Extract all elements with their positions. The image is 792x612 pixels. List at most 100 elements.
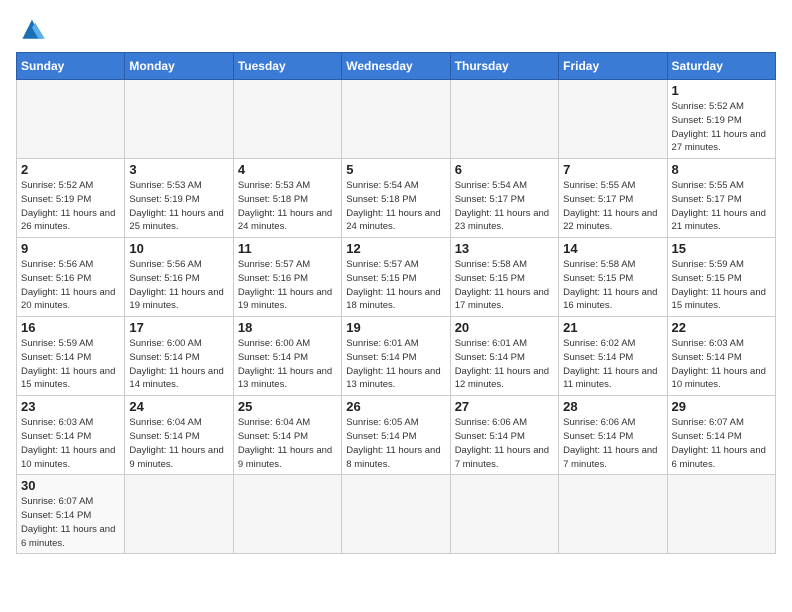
calendar-cell: 12 Sunrise: 5:57 AM Sunset: 5:15 PM Dayli… (342, 238, 450, 317)
day-number: 2 (21, 162, 120, 177)
day-header-sunday: Sunday (17, 53, 125, 80)
calendar-cell: 2Sunrise: 5:52 AM Sunset: 5:19 PM Daylig… (17, 159, 125, 238)
calendar-week-5: 23 Sunrise: 6:03 AM Sunset: 5:14 PM Dayli… (17, 396, 776, 475)
day-info: Sunrise: 6:03 AM Sunset: 5:14 PM Dayligh… (21, 416, 120, 471)
calendar-cell (450, 80, 558, 159)
calendar-cell: 21 Sunrise: 6:02 AM Sunset: 5:14 PM Dayli… (559, 317, 667, 396)
day-info: Sunrise: 6:06 AM Sunset: 5:14 PM Dayligh… (455, 416, 554, 471)
calendar-week-2: 2Sunrise: 5:52 AM Sunset: 5:19 PM Daylig… (17, 159, 776, 238)
calendar-cell (233, 80, 341, 159)
calendar-cell (125, 475, 233, 554)
calendar-cell: 28Sunrise: 6:06 AM Sunset: 5:14 PM Dayli… (559, 396, 667, 475)
day-number: 8 (672, 162, 771, 177)
day-info: Sunrise: 6:02 AM Sunset: 5:14 PM Dayligh… (563, 337, 662, 392)
calendar-cell (559, 475, 667, 554)
logo (16, 16, 52, 44)
calendar-cell: 15 Sunrise: 5:59 AM Sunset: 5:15 PM Dayli… (667, 238, 775, 317)
day-number: 10 (129, 241, 228, 256)
calendar-cell: 8 Sunrise: 5:55 AM Sunset: 5:17 PM Daylig… (667, 159, 775, 238)
calendar-cell (342, 80, 450, 159)
day-number: 17 (129, 320, 228, 335)
day-header-friday: Friday (559, 53, 667, 80)
calendar-cell: 11 Sunrise: 5:57 AM Sunset: 5:16 PM Dayli… (233, 238, 341, 317)
day-number: 14 (563, 241, 662, 256)
day-info: Sunrise: 5:58 AM Sunset: 5:15 PM Dayligh… (455, 258, 554, 313)
day-number: 1 (672, 83, 771, 98)
page-header (16, 16, 776, 44)
day-number: 7 (563, 162, 662, 177)
day-info: Sunrise: 5:55 AM Sunset: 5:17 PM Dayligh… (672, 179, 771, 234)
day-number: 3 (129, 162, 228, 177)
day-info: Sunrise: 5:58 AM Sunset: 5:15 PM Dayligh… (563, 258, 662, 313)
calendar-cell: 22Sunrise: 6:03 AM Sunset: 5:14 PM Dayli… (667, 317, 775, 396)
calendar-cell: 14 Sunrise: 5:58 AM Sunset: 5:15 PM Dayli… (559, 238, 667, 317)
calendar-cell (125, 80, 233, 159)
calendar-cell: 9 Sunrise: 5:56 AM Sunset: 5:16 PM Daylig… (17, 238, 125, 317)
calendar-cell: 1 Sunrise: 5:52 AM Sunset: 5:19 PM Daylig… (667, 80, 775, 159)
calendar-cell: 13 Sunrise: 5:58 AM Sunset: 5:15 PM Dayli… (450, 238, 558, 317)
day-number: 24 (129, 399, 228, 414)
day-number: 22 (672, 320, 771, 335)
day-number: 21 (563, 320, 662, 335)
day-number: 23 (21, 399, 120, 414)
day-info: Sunrise: 5:54 AM Sunset: 5:17 PM Dayligh… (455, 179, 554, 234)
day-info: Sunrise: 5:57 AM Sunset: 5:15 PM Dayligh… (346, 258, 445, 313)
day-number: 29 (672, 399, 771, 414)
day-info: Sunrise: 6:05 AM Sunset: 5:14 PM Dayligh… (346, 416, 445, 471)
calendar-cell: 16 Sunrise: 5:59 AM Sunset: 5:14 PM Dayli… (17, 317, 125, 396)
day-header-thursday: Thursday (450, 53, 558, 80)
day-info: Sunrise: 6:00 AM Sunset: 5:14 PM Dayligh… (238, 337, 337, 392)
day-info: Sunrise: 5:59 AM Sunset: 5:14 PM Dayligh… (21, 337, 120, 392)
day-header-tuesday: Tuesday (233, 53, 341, 80)
calendar-week-6: 30 Sunrise: 6:07 AM Sunset: 5:14 PM Dayli… (17, 475, 776, 554)
day-info: Sunrise: 6:01 AM Sunset: 5:14 PM Dayligh… (455, 337, 554, 392)
calendar-cell: 4Sunrise: 5:53 AM Sunset: 5:18 PM Daylig… (233, 159, 341, 238)
day-number: 19 (346, 320, 445, 335)
calendar-cell: 17 Sunrise: 6:00 AM Sunset: 5:14 PM Dayli… (125, 317, 233, 396)
day-info: Sunrise: 5:54 AM Sunset: 5:18 PM Dayligh… (346, 179, 445, 234)
day-info: Sunrise: 5:56 AM Sunset: 5:16 PM Dayligh… (21, 258, 120, 313)
calendar-cell: 3 Sunrise: 5:53 AM Sunset: 5:19 PM Daylig… (125, 159, 233, 238)
day-info: Sunrise: 5:56 AM Sunset: 5:16 PM Dayligh… (129, 258, 228, 313)
day-number: 16 (21, 320, 120, 335)
day-number: 18 (238, 320, 337, 335)
calendar-cell (450, 475, 558, 554)
calendar-cell: 30 Sunrise: 6:07 AM Sunset: 5:14 PM Dayli… (17, 475, 125, 554)
calendar-cell: 10 Sunrise: 5:56 AM Sunset: 5:16 PM Dayli… (125, 238, 233, 317)
day-header-monday: Monday (125, 53, 233, 80)
calendar-cell: 6 Sunrise: 5:54 AM Sunset: 5:17 PM Daylig… (450, 159, 558, 238)
day-info: Sunrise: 6:00 AM Sunset: 5:14 PM Dayligh… (129, 337, 228, 392)
calendar-cell: 23 Sunrise: 6:03 AM Sunset: 5:14 PM Dayli… (17, 396, 125, 475)
day-number: 6 (455, 162, 554, 177)
day-number: 20 (455, 320, 554, 335)
day-number: 9 (21, 241, 120, 256)
logo-icon (16, 16, 48, 44)
calendar-table: SundayMondayTuesdayWednesdayThursdayFrid… (16, 52, 776, 554)
day-info: Sunrise: 6:04 AM Sunset: 5:14 PM Dayligh… (238, 416, 337, 471)
day-header-wednesday: Wednesday (342, 53, 450, 80)
calendar-cell: 7Sunrise: 5:55 AM Sunset: 5:17 PM Daylig… (559, 159, 667, 238)
day-header-saturday: Saturday (667, 53, 775, 80)
day-number: 15 (672, 241, 771, 256)
calendar-cell (667, 475, 775, 554)
day-info: Sunrise: 5:52 AM Sunset: 5:19 PM Dayligh… (672, 100, 771, 155)
day-info: Sunrise: 6:01 AM Sunset: 5:14 PM Dayligh… (346, 337, 445, 392)
day-number: 25 (238, 399, 337, 414)
day-info: Sunrise: 5:53 AM Sunset: 5:19 PM Dayligh… (129, 179, 228, 234)
day-number: 13 (455, 241, 554, 256)
calendar-cell: 24Sunrise: 6:04 AM Sunset: 5:14 PM Dayli… (125, 396, 233, 475)
calendar-week-1: 1 Sunrise: 5:52 AM Sunset: 5:19 PM Daylig… (17, 80, 776, 159)
day-number: 11 (238, 241, 337, 256)
calendar-cell: 27Sunrise: 6:06 AM Sunset: 5:14 PM Dayli… (450, 396, 558, 475)
day-number: 26 (346, 399, 445, 414)
day-info: Sunrise: 5:57 AM Sunset: 5:16 PM Dayligh… (238, 258, 337, 313)
day-number: 5 (346, 162, 445, 177)
day-info: Sunrise: 5:59 AM Sunset: 5:15 PM Dayligh… (672, 258, 771, 313)
day-number: 30 (21, 478, 120, 493)
calendar-cell: 5 Sunrise: 5:54 AM Sunset: 5:18 PM Daylig… (342, 159, 450, 238)
calendar-week-4: 16 Sunrise: 5:59 AM Sunset: 5:14 PM Dayli… (17, 317, 776, 396)
day-info: Sunrise: 6:07 AM Sunset: 5:14 PM Dayligh… (21, 495, 120, 550)
calendar-cell (17, 80, 125, 159)
day-number: 12 (346, 241, 445, 256)
calendar-cell (559, 80, 667, 159)
